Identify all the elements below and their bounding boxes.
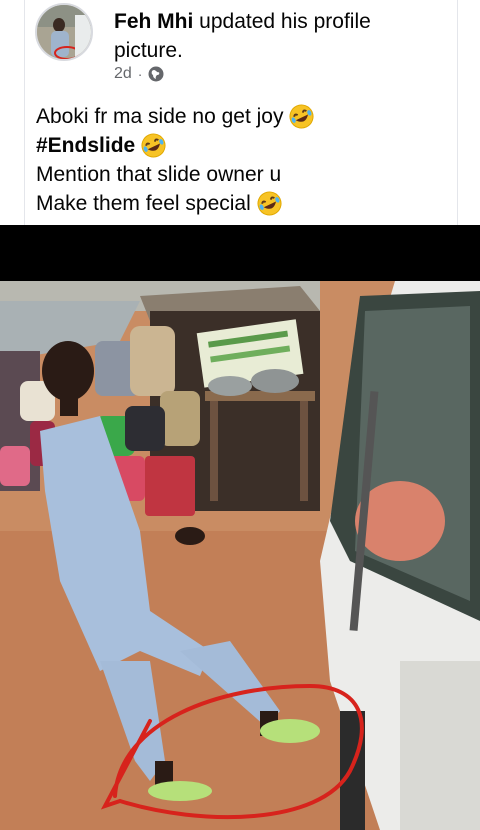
post-header: Feh Mhi updated his profile: [114, 8, 371, 36]
laughing-emoji-icon: [257, 191, 282, 216]
globe-icon[interactable]: [148, 66, 164, 82]
laughing-emoji-icon: [289, 104, 314, 129]
post-line: Make them feel special: [36, 189, 314, 218]
post-line-text: Mention that slide owner u: [36, 163, 282, 186]
post-body: Aboki fr ma side no get joy #Endslide Me…: [36, 102, 314, 218]
photo-image: [0, 281, 480, 830]
post-meta: 2d ·: [114, 65, 164, 83]
author-name[interactable]: Feh Mhi: [114, 10, 193, 33]
avatar[interactable]: [35, 3, 93, 61]
photo-letterbox: [0, 225, 480, 281]
post-line-text: Aboki fr ma side no get joy: [36, 105, 284, 128]
hashtag-link[interactable]: #Endslide: [36, 131, 135, 160]
post-line: Aboki fr ma side no get joy: [36, 102, 314, 131]
post-action-cont: picture.: [114, 39, 183, 62]
laughing-emoji-icon: [141, 133, 166, 158]
post-action: updated his profile: [199, 10, 371, 33]
separator-dot: ·: [137, 66, 143, 82]
post-line: #Endslide: [36, 131, 314, 160]
post-photo[interactable]: [0, 225, 480, 830]
post-line: Mention that slide owner u: [36, 160, 314, 189]
post-time[interactable]: 2d: [114, 65, 132, 83]
post-line-text: Make them feel special: [36, 192, 251, 215]
